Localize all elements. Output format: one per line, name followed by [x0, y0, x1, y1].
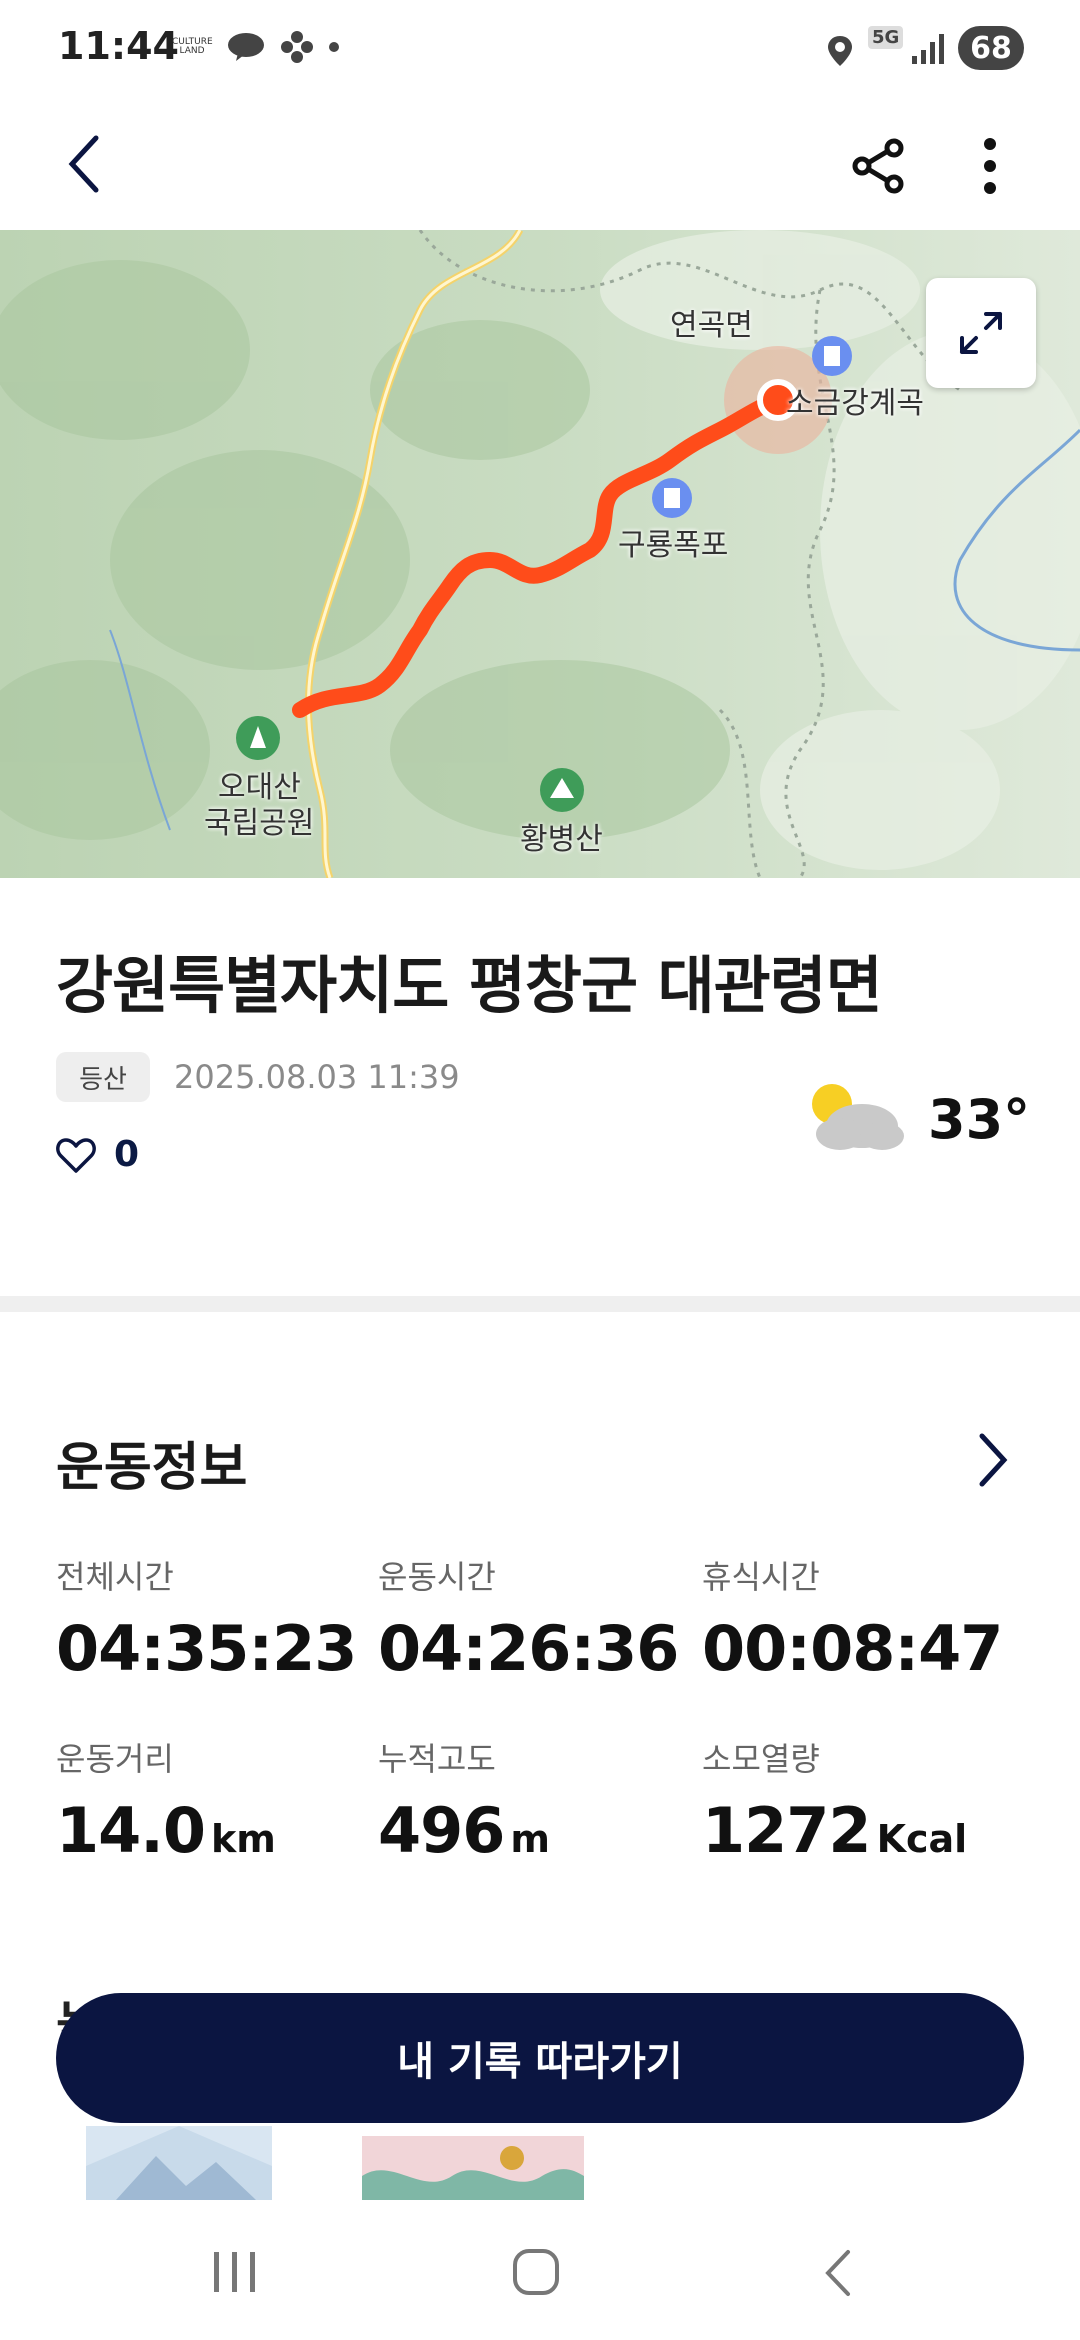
stat-elevation: 496 m: [378, 1794, 550, 1867]
stat-label-elevation: 누적고도: [378, 1740, 496, 1778]
heart-icon[interactable]: [56, 1137, 96, 1173]
like-count: 0: [114, 1134, 140, 1175]
nav-back-icon[interactable]: [822, 2248, 854, 2298]
stat-value-moving-time: 04:26:36: [378, 1612, 679, 1685]
stat-calories: 1272 Kcal: [702, 1794, 967, 1867]
badge-thumbnail-1[interactable]: [86, 2126, 272, 2200]
stat-label-rest-time: 휴식시간: [702, 1558, 820, 1596]
section-divider: [0, 1296, 1080, 1312]
network-type: 5G: [868, 26, 904, 49]
stat-label-total-time: 전체시간: [56, 1558, 174, 1596]
flower-icon: [281, 31, 313, 63]
back-arrow-icon[interactable]: [64, 134, 104, 194]
exercise-info-heading: 운동정보: [56, 1438, 248, 1498]
stat-unit-distance: km: [210, 1817, 276, 1861]
battery-indicator: 68: [958, 26, 1024, 70]
map-label-odaesan-2: 국립공원: [204, 806, 315, 841]
map-label-hwangbyeong: 황병산: [520, 822, 603, 857]
category-badge: 등산: [56, 1052, 150, 1102]
recent-apps-icon[interactable]: [212, 2250, 258, 2294]
signal-icon: [912, 34, 944, 64]
cloud-chat-icon: [228, 33, 264, 61]
stat-value-rest-time: 00:08:47: [702, 1612, 1003, 1685]
share-icon[interactable]: [850, 138, 906, 194]
map-label-yeongok: 연곡면: [670, 308, 753, 343]
wave-badge-icon: [362, 2146, 584, 2200]
location-icon: [828, 36, 852, 66]
culture-land-icon: CULTURE LAND: [172, 37, 213, 56]
stat-label-calories: 소모열량: [702, 1740, 820, 1778]
map-label-guryong: 구룡폭포: [618, 528, 729, 563]
status-notification-icons: CULTURE LAND: [172, 30, 340, 64]
temperature: 33°: [928, 1088, 1031, 1151]
expand-icon: [960, 312, 1002, 354]
more-vertical-icon[interactable]: [980, 136, 1000, 196]
map-label-sogeumgang: 소금강계곡: [786, 386, 924, 421]
home-icon[interactable]: [512, 2248, 560, 2296]
chevron-right-icon[interactable]: [976, 1430, 1010, 1490]
follow-record-button[interactable]: 내 기록 따라가기: [56, 1993, 1024, 2123]
stat-value-distance: 14.0: [56, 1794, 206, 1867]
activity-title: 강원특별자치도 평창군 대관령면: [56, 949, 883, 1022]
app-bar: [0, 100, 1080, 230]
map-canvas: [0, 230, 1080, 878]
stat-label-distance: 운동거리: [56, 1740, 174, 1778]
stat-value-total-time: 04:35:23: [56, 1612, 357, 1685]
dot-icon: [329, 42, 339, 52]
stat-unit-elevation: m: [510, 1817, 551, 1861]
activity-datetime: 2025.08.03 11:39: [174, 1058, 460, 1096]
route-map[interactable]: 연곡면 소금강계곡 구룡폭포 오대산 국립공원 황병산: [0, 230, 1080, 878]
partly-cloudy-icon: [812, 1084, 904, 1150]
stat-unit-calories: Kcal: [876, 1817, 968, 1861]
status-time: 11:44: [58, 24, 179, 68]
status-bar: 11:44 CULTURE LAND 5G 68: [0, 0, 1080, 100]
system-nav-bar: [0, 2200, 1080, 2340]
stat-distance: 14.0 km: [56, 1794, 276, 1867]
badge-thumbnail-2[interactable]: [362, 2136, 584, 2200]
stat-label-moving-time: 운동시간: [378, 1558, 496, 1596]
mountain-badge-icon: [86, 2126, 272, 2200]
expand-map-button[interactable]: [926, 278, 1036, 388]
stat-value-calories: 1272: [702, 1794, 872, 1867]
like-row[interactable]: 0: [56, 1134, 139, 1175]
stat-value-elevation: 496: [378, 1794, 505, 1867]
